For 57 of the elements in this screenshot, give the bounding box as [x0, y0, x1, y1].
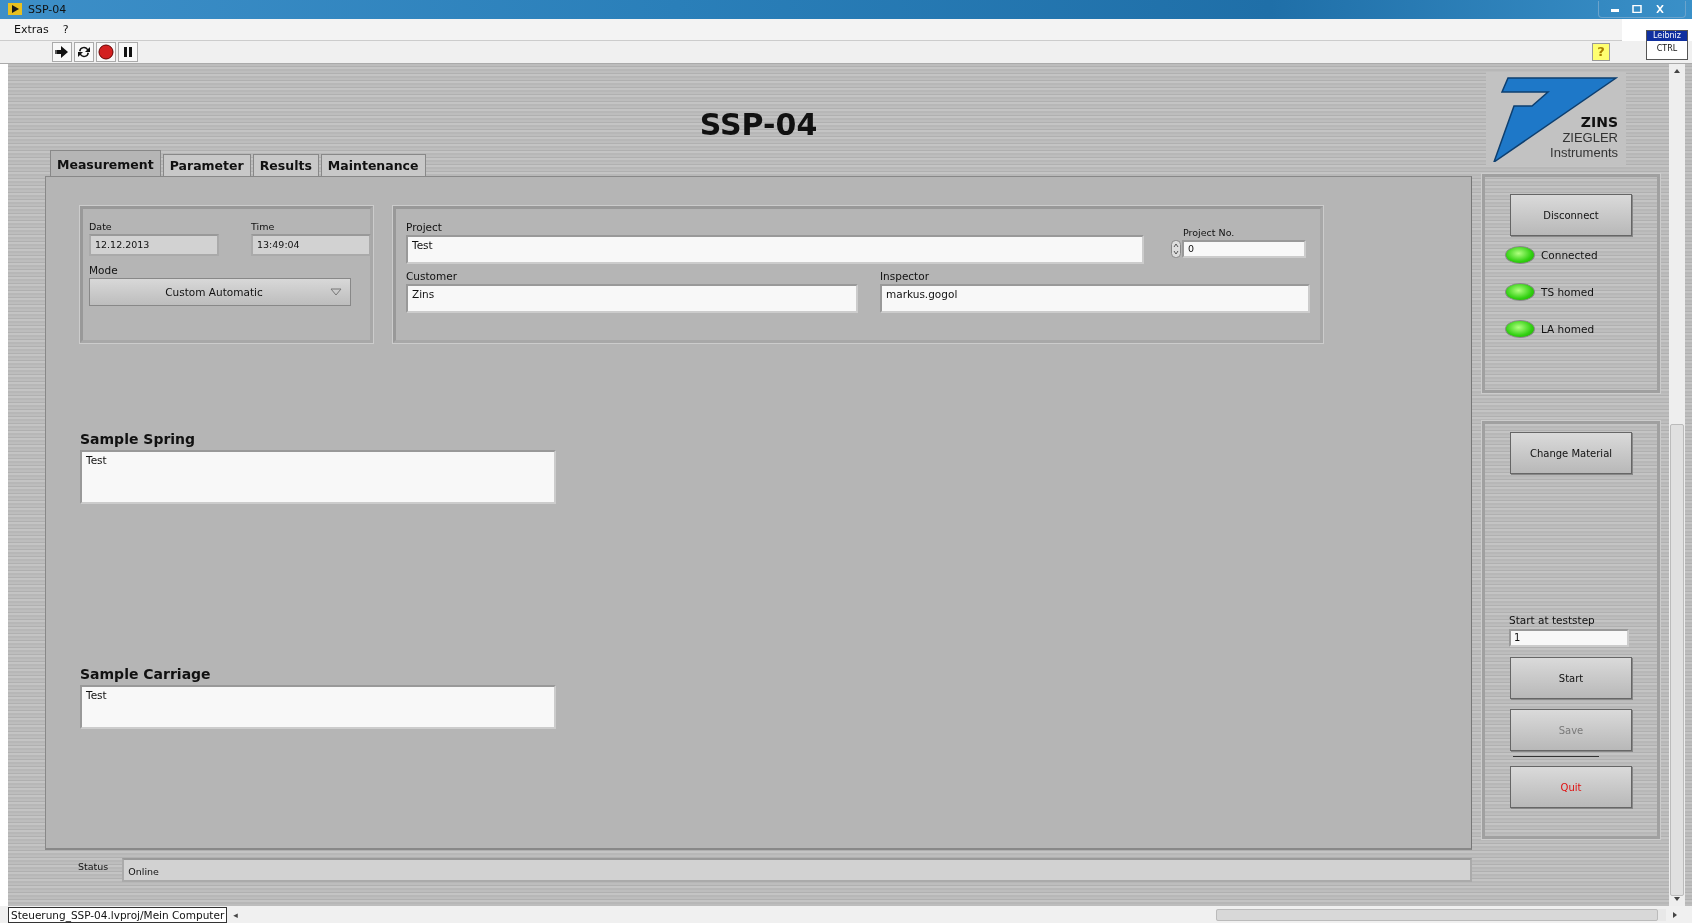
mode-dropdown[interactable]: Custom Automatic	[89, 278, 351, 307]
project-path: Steuerung_SSP-04.lvproj/Mein Computer	[8, 906, 228, 923]
vertical-scrollbar[interactable]	[1669, 64, 1685, 907]
caret-icon	[330, 288, 342, 297]
disconnect-button[interactable]: Disconnect	[1510, 194, 1632, 237]
spinner-icon[interactable]	[1171, 240, 1181, 259]
menu-item[interactable]: Extras	[14, 22, 49, 36]
panel-heading: SSP-04	[698, 107, 819, 143]
badge-label: CTRL	[1656, 43, 1678, 55]
time-field: 13:49:04	[251, 234, 371, 257]
badge-caption: Leibniz	[1647, 31, 1687, 41]
logo-brand: ZINS	[1580, 114, 1618, 131]
close-icon[interactable]	[1653, 4, 1667, 13]
menu-item[interactable]: ?	[62, 22, 69, 36]
scroll-up-icon[interactable]	[1673, 68, 1682, 75]
cycle-arrows-icon[interactable]	[74, 41, 94, 62]
led-label: LA homed	[1541, 323, 1595, 336]
field-label: Mode	[89, 264, 119, 277]
tab[interactable]: Measurement	[50, 150, 161, 177]
field-label: Start at teststep	[1509, 614, 1596, 627]
led-label: TS homed	[1541, 286, 1594, 299]
tab[interactable]: Results	[252, 154, 319, 177]
inspector-field[interactable]: markus.gogol	[880, 284, 1310, 314]
project-number-field[interactable]: 0	[1182, 240, 1306, 259]
sample-spring-field[interactable]: Test	[80, 450, 556, 505]
logo-text: Instruments	[1550, 145, 1618, 161]
app-icon	[8, 3, 22, 16]
teststep-field[interactable]: 1	[1509, 629, 1629, 648]
field-label: Date	[89, 221, 113, 233]
field-label: Inspector	[880, 270, 930, 283]
pause-icon[interactable]	[118, 41, 138, 62]
customer-field[interactable]: Zins	[406, 284, 858, 314]
sample-carriage-field[interactable]: Test	[80, 685, 556, 730]
help-button[interactable]: ?	[1592, 42, 1610, 61]
stop-icon[interactable]	[96, 41, 116, 62]
led-label: Connected	[1541, 249, 1598, 262]
logo-text: ZIEGLER	[1562, 130, 1618, 146]
status-field: Online	[122, 858, 1472, 883]
change-material-button[interactable]: Change Material	[1510, 432, 1632, 475]
tab[interactable]: Parameter	[162, 154, 251, 177]
scroll-right-icon[interactable]	[1672, 910, 1678, 919]
field-label: Customer	[406, 270, 458, 283]
tab[interactable]: Maintenance	[320, 154, 426, 177]
project-field[interactable]: Test	[406, 235, 1144, 265]
section-label: Sample Spring	[80, 431, 197, 448]
start-button[interactable]: Start	[1510, 657, 1632, 700]
window-controls[interactable]	[1598, 0, 1686, 18]
window-title: SSP-04	[28, 2, 67, 16]
field-label: Project	[406, 221, 443, 234]
field-label: Project No.	[1183, 227, 1236, 239]
maximize-icon[interactable]	[1631, 4, 1643, 13]
scroll-left-button[interactable]: ◂	[233, 909, 238, 920]
section-label: Sample Carriage	[80, 666, 212, 683]
date-field: 12.12.2013	[89, 234, 219, 257]
status-label: Status	[78, 860, 109, 873]
field-label: Time	[251, 221, 276, 233]
scroll-thumb[interactable]	[1670, 424, 1685, 897]
